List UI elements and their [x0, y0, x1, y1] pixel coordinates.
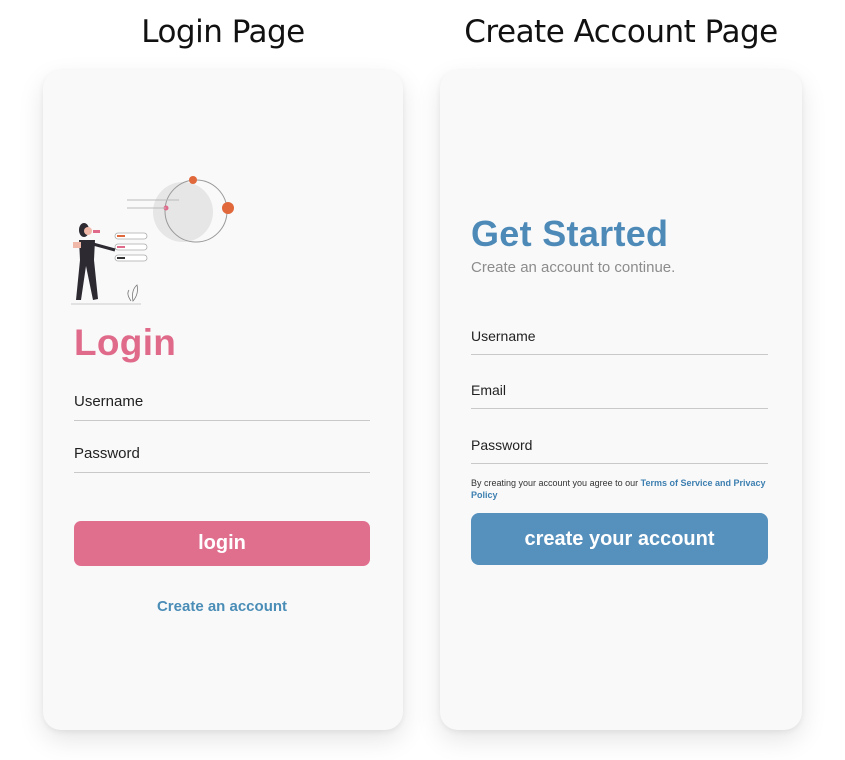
woman-legs [76, 260, 98, 300]
login-page-caption: Login Page [141, 14, 305, 50]
password-label: Password [471, 437, 533, 453]
get-started-title: Get Started [471, 213, 669, 254]
terms-prefix: By creating your account you agree to ou… [471, 478, 641, 488]
create-account-link[interactable]: Create an account [74, 598, 370, 615]
login-title: Login [74, 322, 177, 363]
password-field[interactable]: Password [74, 442, 370, 473]
password-field[interactable]: Password [471, 433, 768, 464]
login-illustration [71, 176, 234, 305]
illustration-dot-top [189, 176, 197, 184]
illustration-bg-circle [153, 182, 213, 242]
email-field[interactable]: Email [471, 378, 768, 409]
create-account-button[interactable]: create your account [471, 513, 768, 565]
get-started-subtitle: Create an account to continue. [471, 259, 676, 276]
username-field[interactable]: Username [471, 324, 768, 355]
login-card: Login Username Password login Create an … [43, 70, 403, 730]
illustration-dot-right [222, 202, 234, 214]
username-label: Username [471, 328, 536, 344]
create-account-page-caption: Create Account Page [464, 14, 778, 50]
create-account-card: Get Started Create an account to continu… [440, 70, 802, 730]
woman-arm [92, 242, 116, 252]
woman-face [84, 227, 92, 235]
login-button[interactable]: login [74, 521, 370, 566]
username-field[interactable]: Username [74, 390, 370, 421]
woman-torso [79, 240, 95, 260]
email-label: Email [471, 382, 507, 398]
password-label: Password [74, 445, 140, 462]
terms-notice: By creating your account you agree to ou… [471, 477, 767, 501]
username-label: Username [74, 393, 144, 410]
plant-icon [132, 284, 138, 302]
